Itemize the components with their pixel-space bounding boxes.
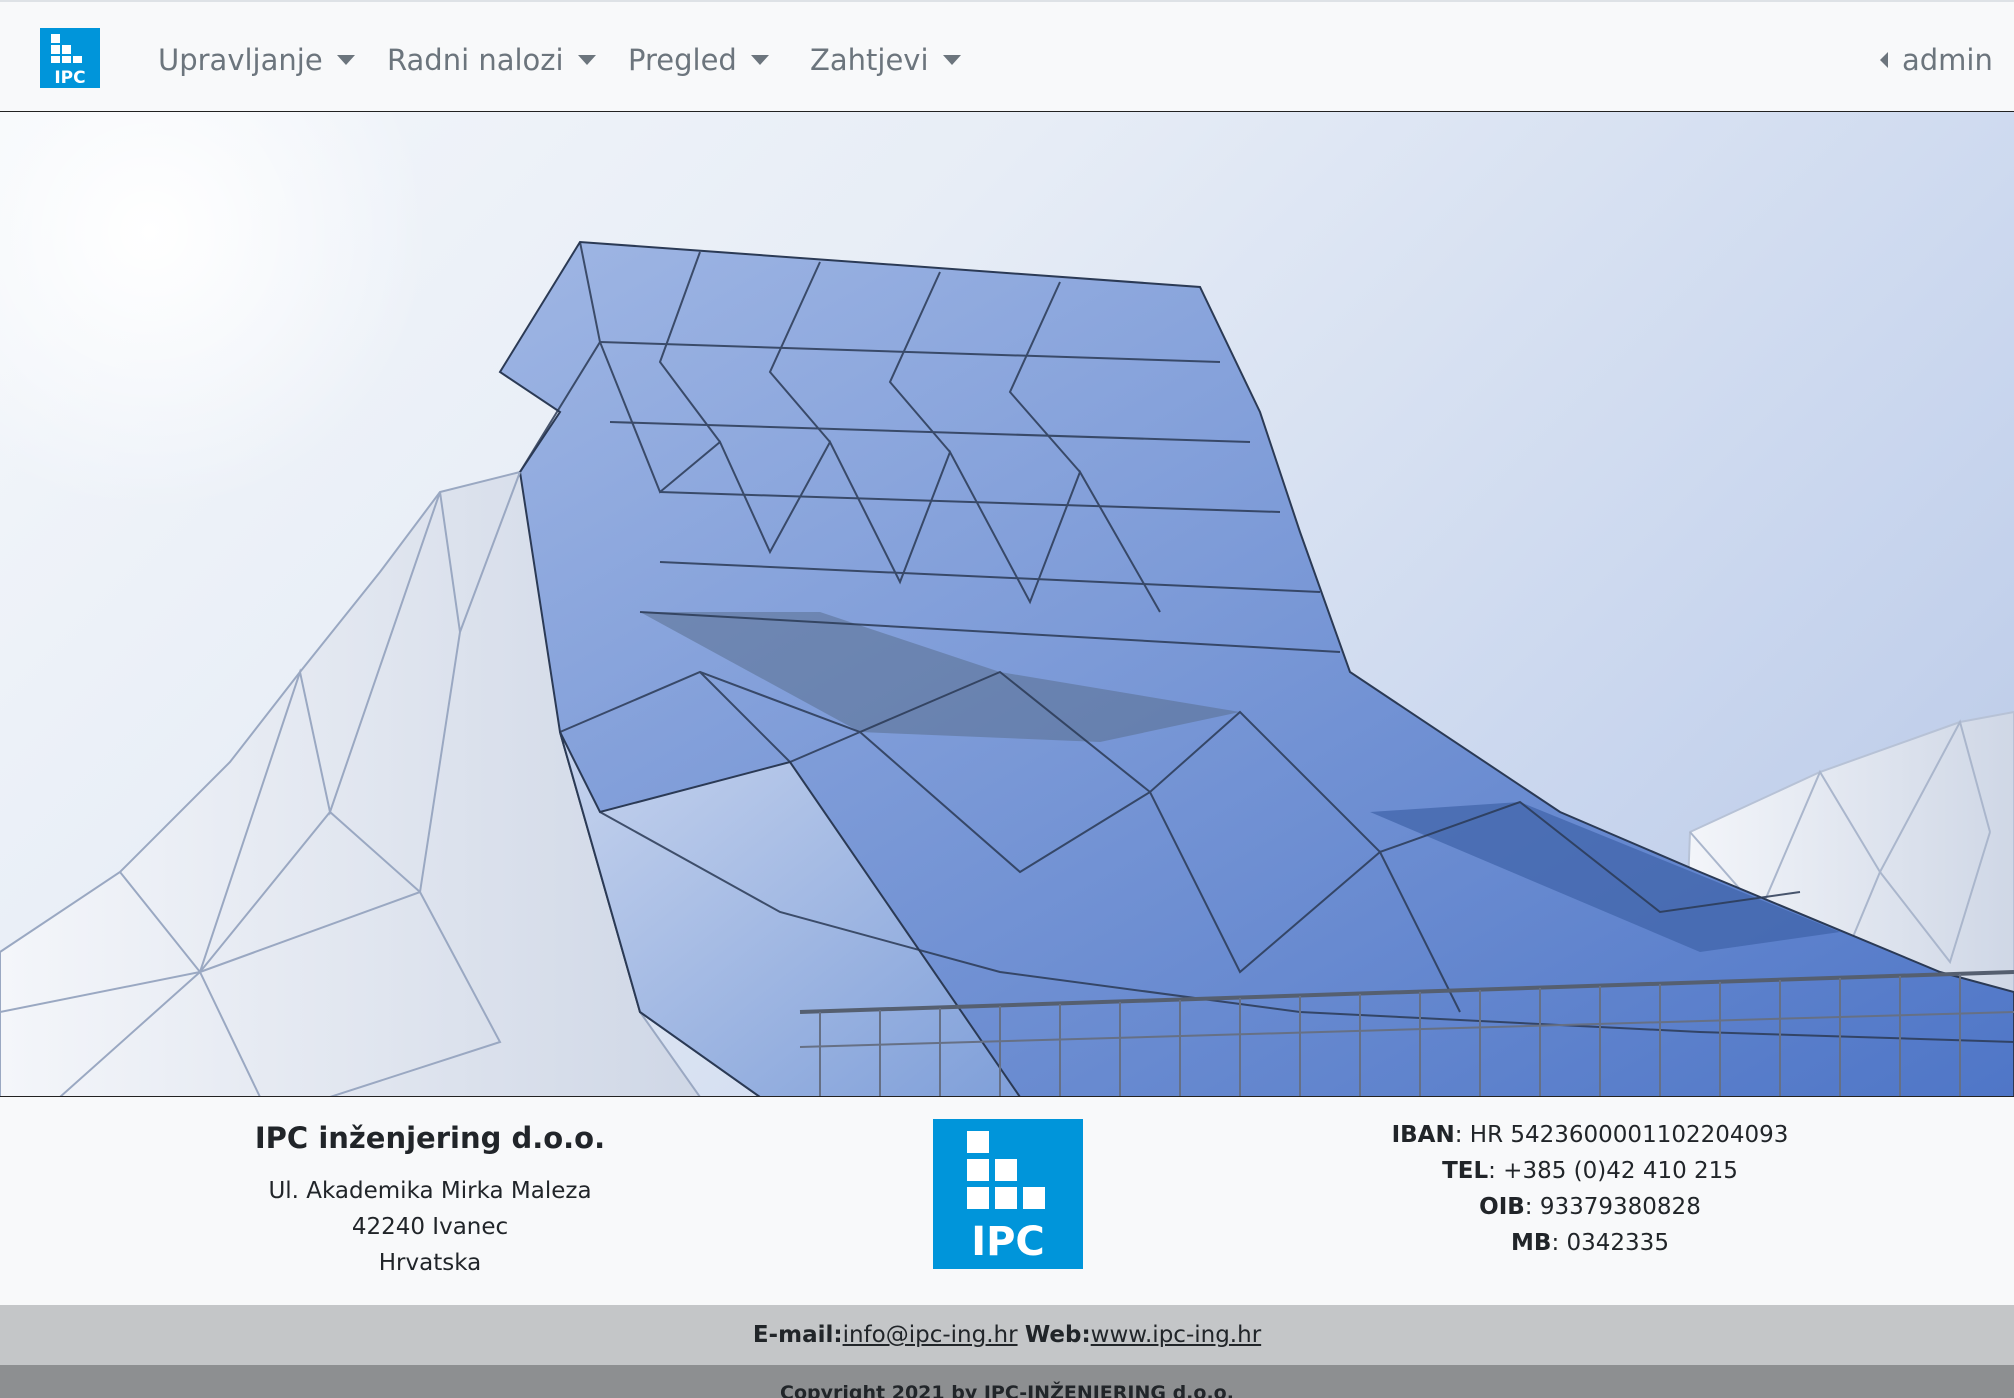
- svg-text:IPC: IPC: [971, 1219, 1045, 1265]
- contact-bar: E-mail: info@ipc-ing.hr Web: www.ipc-ing.h…: [0, 1305, 2014, 1365]
- caret-down-icon: [336, 55, 355, 65]
- copyright-bar: Copyright 2021 by IPC-INŽENJERING d.o.o.: [0, 1365, 2014, 1398]
- tel-line: TEL: +385 (0)42 410 215: [1442, 1158, 1738, 1184]
- user-menu-dropdown[interactable]: admin: [1880, 38, 1993, 82]
- company-name: IPC inženjering d.o.o.: [254, 1121, 606, 1155]
- web-label: Web:: [1024, 1322, 1091, 1348]
- address-country: Hrvatska: [378, 1250, 482, 1276]
- company-details-block: IBAN: HR 5423600001102204093 TEL: +385 (…: [1380, 1117, 1800, 1261]
- email-label: E-mail:: [752, 1322, 843, 1348]
- nav-dropdown-pregled[interactable]: Pregled: [628, 38, 769, 82]
- building-illustration: [0, 112, 2014, 1096]
- caret-left-icon: [1880, 52, 1888, 68]
- email-link[interactable]: info@ipc-ing.hr: [843, 1322, 1018, 1348]
- company-address-block: IPC inženjering d.o.o. Ul. Akademika Mir…: [230, 1117, 630, 1281]
- nav-label: Zahtjevi: [810, 43, 929, 77]
- top-navbar: IPC Upravljanje Radni nalozi Pregled Zah…: [0, 0, 2014, 112]
- svg-text:IPC: IPC: [54, 68, 85, 88]
- caret-down-icon: [750, 55, 769, 65]
- nav-label: Pregled: [628, 43, 737, 77]
- caret-down-icon: [577, 55, 596, 65]
- ipc-logo-icon: IPC: [40, 28, 100, 88]
- oib-line: OIB: 93379380828: [1479, 1194, 1701, 1220]
- nav-label: Radni nalozi: [387, 43, 564, 77]
- nav-dropdown-zahtjevi[interactable]: Zahtjevi: [810, 38, 961, 82]
- nav-dropdown-upravljanje[interactable]: Upravljanje: [158, 38, 355, 82]
- ipc-logo-icon: IPC: [933, 1119, 1083, 1269]
- address-city: 42240 Ivanec: [351, 1214, 509, 1240]
- nav-label: Upravljanje: [158, 43, 323, 77]
- copyright-text: Copyright 2021 by IPC-INŽENJERING d.o.o.: [780, 1382, 1234, 1398]
- caret-down-icon: [942, 55, 961, 65]
- hero-image: [0, 112, 2014, 1097]
- iban-line: IBAN: HR 5423600001102204093: [1391, 1122, 1789, 1148]
- web-link[interactable]: www.ipc-ing.hr: [1091, 1322, 1261, 1348]
- footer-logo: IPC: [933, 1119, 1083, 1273]
- user-label: admin: [1902, 43, 1993, 77]
- address-street: Ul. Akademika Mirka Maleza: [268, 1178, 592, 1204]
- footer-info: IPC inženjering d.o.o. Ul. Akademika Mir…: [0, 1097, 2014, 1305]
- brand-logo[interactable]: IPC: [40, 28, 100, 88]
- mb-line: MB: 0342335: [1511, 1230, 1669, 1256]
- nav-dropdown-radni-nalozi[interactable]: Radni nalozi: [387, 38, 596, 82]
